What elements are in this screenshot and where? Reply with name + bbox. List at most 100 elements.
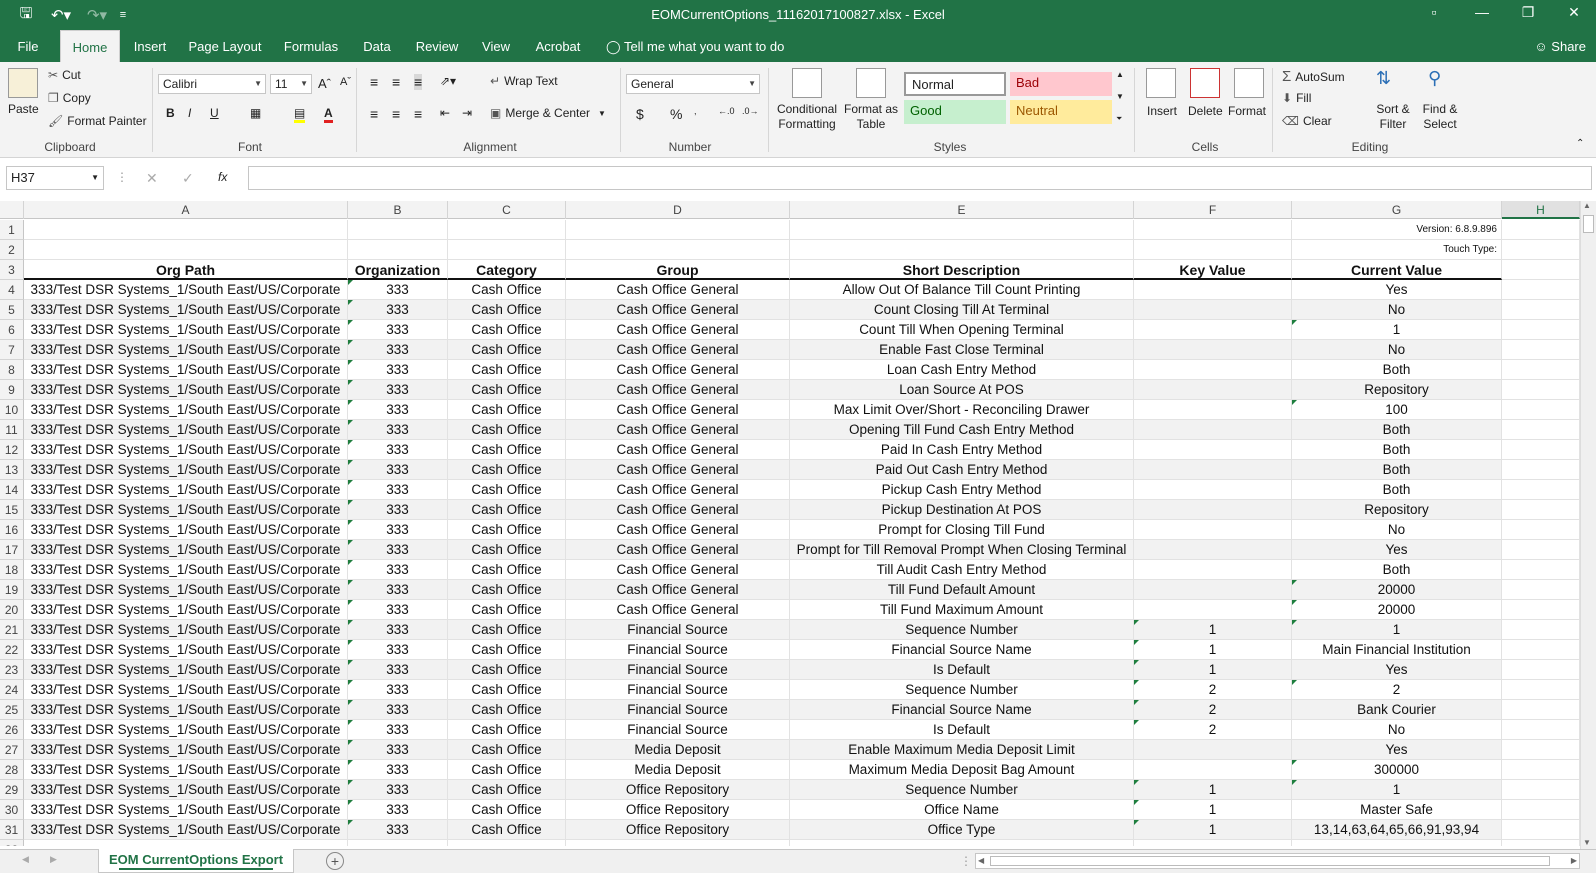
cell[interactable]: Cash Office General [566,280,790,300]
cell[interactable]: Cash Office [448,340,566,360]
worksheet-grid[interactable]: A B C D E F G H 1 Version: 6.8.9.896 2 Touc… [0,201,1596,846]
cell[interactable]: Cash Office [448,460,566,480]
cell[interactable]: Paid Out Cash Entry Method [790,460,1134,480]
cell[interactable]: 1 [1292,320,1502,340]
cell[interactable]: 333 [348,320,448,340]
cell[interactable]: 333 [348,580,448,600]
cell[interactable]: Cash Office General [566,420,790,440]
cell[interactable] [348,240,448,260]
cell[interactable] [1134,360,1292,380]
column-title[interactable]: Category [448,260,566,280]
row-header[interactable]: 25 [0,700,24,720]
increase-indent-icon[interactable]: ⇥ [462,106,472,120]
cell[interactable]: Financial Source [566,620,790,640]
cell[interactable]: Cash Office [448,480,566,500]
cell[interactable]: Cash Office [448,400,566,420]
row-header[interactable]: 27 [0,740,24,760]
cell[interactable]: Cash Office General [566,500,790,520]
cell[interactable] [1502,800,1580,820]
cell[interactable]: 333/Test DSR Systems_1/South East/US/Cor… [24,660,348,680]
decrease-indent-icon[interactable]: ⇤ [440,106,450,120]
align-top-icon[interactable]: ≡ [370,74,378,90]
cell[interactable]: 333/Test DSR Systems_1/South East/US/Cor… [24,620,348,640]
row-header[interactable]: 29 [0,780,24,800]
cell[interactable] [1502,620,1580,640]
delete-cells-button[interactable]: Delete [1188,104,1223,118]
column-title[interactable]: Org Path [24,260,348,280]
cell[interactable]: Paid In Cash Entry Method [790,440,1134,460]
cell[interactable] [1502,740,1580,760]
row-header[interactable]: 30 [0,800,24,820]
cell[interactable] [1134,840,1292,846]
next-sheet-icon[interactable]: ▶ [50,854,57,865]
cell[interactable] [1502,680,1580,700]
cell[interactable]: Office Type [790,820,1134,840]
column-header-d[interactable]: D [566,201,790,219]
cell[interactable]: 2 [1134,680,1292,700]
column-header-h[interactable]: H [1502,201,1580,219]
cell[interactable] [1134,560,1292,580]
orientation-icon[interactable]: ⇗▾ [440,74,456,88]
cell[interactable]: Enable Fast Close Terminal [790,340,1134,360]
cell[interactable]: Cash Office [448,620,566,640]
cell[interactable]: Max Limit Over/Short - Reconciling Drawe… [790,400,1134,420]
scroll-left-icon[interactable]: ◀ [978,856,984,865]
cell[interactable]: 333 [348,420,448,440]
vertical-scrollbar[interactable]: ▲ ▼ [1580,201,1596,849]
cell[interactable]: 333 [348,780,448,800]
align-middle-icon[interactable]: ≡ [392,74,400,90]
cell[interactable]: 333 [348,380,448,400]
cell[interactable] [1134,380,1292,400]
cell[interactable]: Cash Office General [566,480,790,500]
cell[interactable] [1502,360,1580,380]
styles-more-icon[interactable]: ⏷ [1116,114,1122,124]
cell[interactable] [1134,280,1292,300]
prev-sheet-icon[interactable]: ◀ [22,854,29,865]
cell[interactable]: 20000 [1292,600,1502,620]
split-handle-icon[interactable]: ⋮ [960,854,972,868]
insert-function-button[interactable]: fx [218,170,227,184]
cell[interactable]: Cash Office [448,420,566,440]
cell[interactable]: Is Default [790,720,1134,740]
font-size-select[interactable]: 11 ▼ [270,74,312,94]
style-neutral[interactable]: Neutral [1010,100,1112,124]
cell[interactable]: 333 [348,680,448,700]
cell[interactable] [1502,780,1580,800]
cell[interactable]: Sequence Number [790,680,1134,700]
cell[interactable]: Yes [1292,280,1502,300]
cell[interactable] [1134,520,1292,540]
cell[interactable]: 333/Test DSR Systems_1/South East/US/Cor… [24,280,348,300]
cell[interactable]: 333 [348,280,448,300]
cell[interactable]: 333/Test DSR Systems_1/South East/US/Cor… [24,520,348,540]
comma-style-icon[interactable]: , [694,106,697,116]
cell[interactable]: Cash Office [448,440,566,460]
cell[interactable]: Cash Office General [566,320,790,340]
cell[interactable] [1502,600,1580,620]
h-scroll-thumb[interactable] [990,856,1550,866]
scroll-thumb[interactable] [1583,215,1594,233]
cell[interactable]: No [1292,520,1502,540]
cell[interactable]: Cash Office [448,660,566,680]
name-box[interactable]: H37 ▼ [6,166,104,190]
cell[interactable]: Cash Office General [566,580,790,600]
cell[interactable]: 1 [1134,800,1292,820]
row-header[interactable]: 10 [0,400,24,420]
row-header[interactable]: 20 [0,600,24,620]
cell[interactable]: 333 [348,400,448,420]
cell[interactable]: Both [1292,460,1502,480]
cell[interactable]: 333/Test DSR Systems_1/South East/US/Cor… [24,640,348,660]
row-header[interactable]: 24 [0,680,24,700]
row-header[interactable]: 1 [0,220,24,240]
cell[interactable] [448,240,566,260]
cell[interactable]: Yes [1292,540,1502,560]
cell[interactable] [790,840,1134,846]
cell[interactable] [1502,820,1580,840]
cell[interactable]: Cash Office [448,820,566,840]
percent-button[interactable]: % [670,106,682,122]
cell[interactable] [1502,500,1580,520]
row-header[interactable]: 5 [0,300,24,320]
cell[interactable]: Cash Office [448,640,566,660]
cell[interactable]: 333 [348,500,448,520]
style-good[interactable]: Good [904,100,1006,124]
minimize-icon[interactable]: — [1470,4,1494,24]
